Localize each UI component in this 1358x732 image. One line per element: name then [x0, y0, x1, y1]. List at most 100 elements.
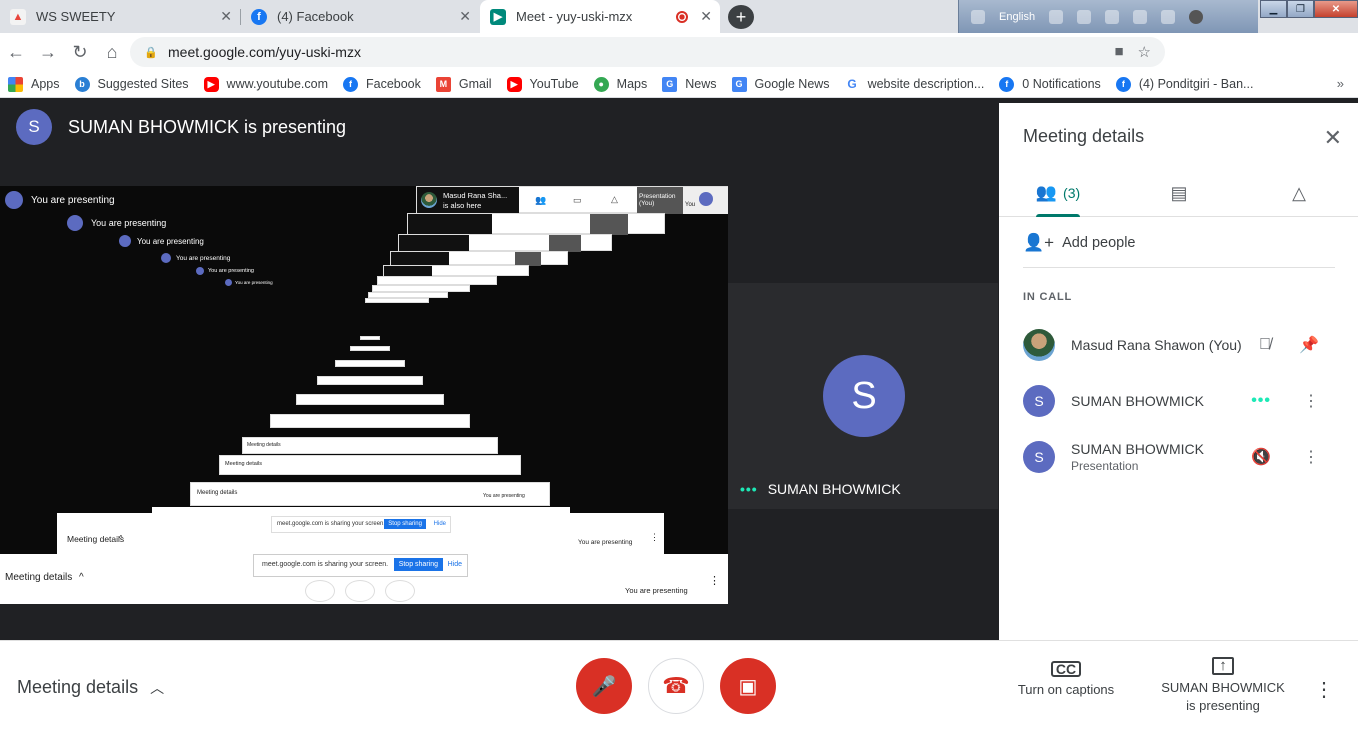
avatar	[119, 235, 131, 247]
avatar: S	[1023, 441, 1055, 473]
reload-icon[interactable]: ↻	[64, 36, 96, 68]
section-heading: IN CALL	[1023, 291, 1072, 303]
language-label[interactable]: English	[999, 11, 1035, 23]
lock-icon: 🔒	[144, 47, 158, 59]
captions-button[interactable]: CC Turn on captions	[1014, 661, 1118, 699]
presenting-button[interactable]: ↑ SUMAN BHOWMICK is presenting	[1158, 657, 1288, 715]
bookmark-ponditgiri[interactable]: f (4) Ponditgiri - Ban...	[1115, 76, 1253, 92]
facebook-icon: f	[1115, 76, 1131, 92]
more-vert-icon: ⋮	[650, 532, 659, 542]
bookmark-youtube[interactable]: ▶ YouTube	[506, 76, 579, 92]
close-icon[interactable]: ✕	[220, 8, 232, 25]
close-icon[interactable]: ✕	[459, 8, 471, 25]
avatar: S	[1023, 385, 1055, 417]
recording-icon	[676, 11, 688, 23]
tray-icon	[1049, 9, 1064, 24]
mic-off-icon[interactable]: 🎙̸	[1259, 336, 1271, 354]
tray-icon	[1077, 9, 1092, 24]
tray-app-icon	[1189, 9, 1204, 24]
nested-bottom-bar: Meeting details	[219, 455, 521, 475]
bookmark-apps[interactable]: Apps	[8, 76, 60, 92]
bookmark-suggested-sites[interactable]: b Suggested Sites	[74, 76, 189, 92]
presenting-chip: You are presenting	[5, 191, 115, 209]
nested-top-bar	[377, 276, 497, 285]
bookmark-notifications[interactable]: f0 Notifications	[999, 76, 1101, 92]
participant-subtitle: Presentation	[1071, 459, 1139, 473]
volume-off-icon[interactable]: 🔇	[1251, 447, 1271, 467]
bookmark-maps[interactable]: ● Maps	[593, 76, 647, 92]
avatar	[161, 253, 171, 263]
tab-ws-sweety[interactable]: ▲ WS SWEETY ✕	[0, 0, 240, 33]
bookmark-youtube-com[interactable]: ▶ www.youtube.com	[203, 76, 328, 92]
tab-people[interactable]: 👥 (3)	[1036, 169, 1080, 217]
nested-bottom-bar: Meeting details ^ meet.google.com is sha…	[0, 554, 728, 604]
people-icon: 👥	[535, 195, 547, 205]
videocam-off-icon: ▣	[738, 675, 758, 698]
pin-icon[interactable]: 📌	[1299, 335, 1319, 355]
nested-top-bar	[365, 298, 429, 303]
news-icon: G	[662, 76, 678, 92]
presenter-header: S SUMAN BHOWMICK is presenting	[16, 109, 346, 145]
restore-icon[interactable]: ❐	[1287, 0, 1314, 18]
bookmark-website-description[interactable]: Gwebsite description...	[844, 76, 984, 92]
participant-name: Masud Rana Shawon (You)	[1071, 337, 1242, 353]
add-people-button[interactable]: 👤+ Add people	[1023, 233, 1135, 253]
participant-tile[interactable]: S ••• SUMAN BHOWMICK	[728, 283, 998, 509]
minimize-icon[interactable]: ▁	[1260, 0, 1287, 18]
gmail-icon: M	[435, 76, 451, 92]
bookmark-news[interactable]: G News	[662, 76, 717, 92]
mic-off-button[interactable]: 🎤	[576, 658, 632, 714]
call-controls-bar: Meeting details ︿ 🎤 ☎ ▣ CC Turn on capti…	[0, 640, 1358, 732]
participant-name: SUMAN BHOWMICK	[1071, 441, 1204, 457]
bookmark-star-icon[interactable]: ☆	[1138, 43, 1151, 61]
bookmark-facebook[interactable]: f Facebook	[342, 76, 421, 92]
nested-bottom-bar: Meeting details ^ meet.google.com is sha…	[57, 513, 664, 554]
bookmarks-overflow-icon[interactable]: »	[1337, 76, 1344, 91]
home-icon[interactable]: ⌂	[96, 36, 128, 68]
avatar	[1023, 329, 1055, 361]
tab-meet[interactable]: ▶ Meet - yuy-uski-mzx ✕	[480, 0, 720, 33]
back-icon[interactable]: ←	[0, 36, 32, 68]
forward-icon[interactable]: →	[32, 36, 64, 68]
mic-off-icon: 🎤	[591, 675, 617, 698]
shared-screen: You are presenting You are presenting Yo…	[0, 186, 728, 604]
window-controls: ▁ ❐ ✕	[1260, 0, 1358, 20]
close-icon[interactable]: ✕	[700, 8, 712, 25]
camera-off-button[interactable]: ▣	[720, 658, 776, 714]
tray-icon	[1105, 9, 1120, 24]
chat-icon[interactable]: ▤	[1162, 169, 1196, 217]
more-vert-icon[interactable]: ⋮	[1303, 391, 1319, 411]
address-bar[interactable]: 🔒 meet.google.com/yuy-uski-mzx ■ ☆	[130, 37, 1165, 67]
present-screen-icon: ↑	[1212, 657, 1234, 675]
close-window-icon[interactable]: ✕	[1314, 0, 1358, 18]
bookmark-gmail[interactable]: M Gmail	[435, 76, 492, 92]
more-vert-icon[interactable]: ⋮	[1314, 677, 1334, 702]
nested-top-bar	[398, 234, 612, 252]
help-icon	[1161, 9, 1176, 24]
chevron-up-icon: ^	[79, 572, 84, 583]
tray-icon	[971, 9, 985, 24]
camera-icon[interactable]: ■	[1114, 43, 1123, 61]
meeting-details-button[interactable]: Meeting details ︿	[17, 677, 164, 698]
new-tab-button[interactable]: +	[728, 5, 754, 29]
presenting-chip: You are presenting	[161, 253, 230, 263]
participant-row[interactable]: S SUMAN BHOWMICK Presentation 🔇 ⋮	[1023, 435, 1335, 479]
url-text[interactable]: meet.google.com/yuy-uski-mzx	[168, 44, 361, 60]
presenter-title: SUMAN BHOWMICK is presenting	[68, 116, 347, 137]
tab-facebook[interactable]: f (4) Facebook ✕	[241, 0, 479, 33]
panel-tabs: 👥 (3) ▤ △	[999, 169, 1358, 217]
maps-icon: ●	[593, 76, 609, 92]
participant-row[interactable]: Masud Rana Shawon (You) 🎙̸ 📌	[1023, 323, 1335, 367]
bing-icon: b	[74, 76, 90, 92]
people-icon: 👥	[1035, 183, 1058, 202]
you-tile: You	[683, 187, 728, 214]
close-icon[interactable]: ✕	[1324, 125, 1342, 151]
activities-icon[interactable]: △	[1282, 169, 1316, 217]
leave-call-button[interactable]: ☎	[648, 658, 704, 714]
os-taskbar-tray: English	[958, 0, 1258, 33]
participant-row[interactable]: S SUMAN BHOWMICK ••• ⋮	[1023, 379, 1335, 423]
bookmark-google-news[interactable]: G Google News	[731, 76, 830, 92]
ws-favicon: ▲	[10, 8, 26, 25]
chevron-up-icon: ︿	[150, 679, 165, 696]
more-vert-icon[interactable]: ⋮	[1303, 447, 1319, 467]
